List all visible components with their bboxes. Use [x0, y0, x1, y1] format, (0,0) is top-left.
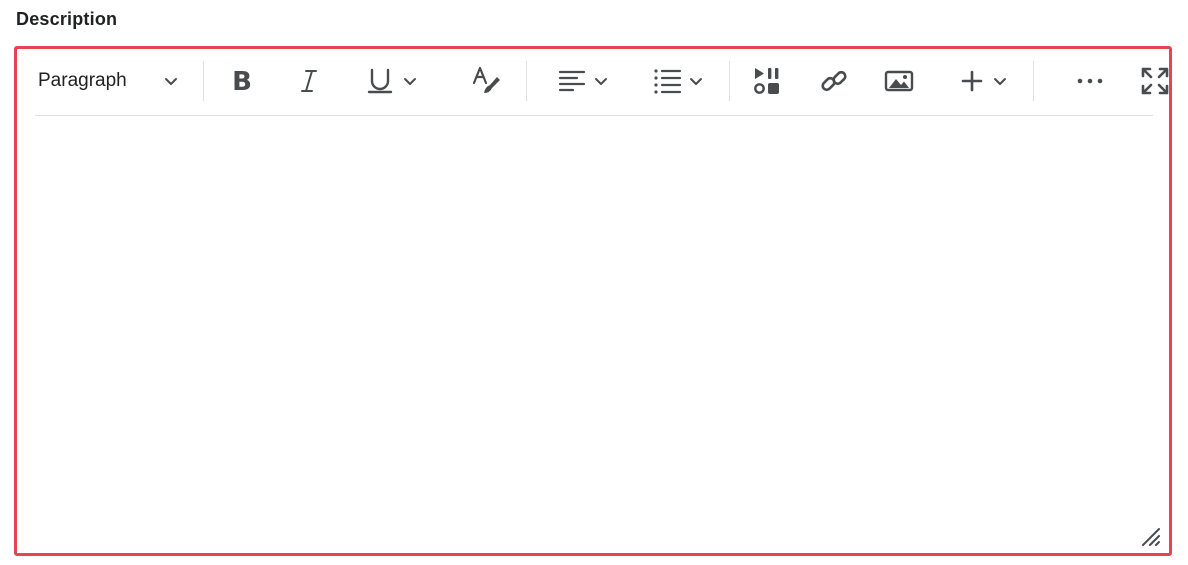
field-label: Description	[16, 9, 118, 29]
bold-button[interactable]: B	[225, 61, 259, 101]
bulleted-list-icon	[652, 66, 682, 96]
align-left-icon	[557, 66, 587, 96]
plus-icon	[960, 69, 984, 93]
italic-icon	[297, 68, 321, 94]
more-button[interactable]	[1071, 61, 1109, 101]
underline-icon	[366, 66, 396, 96]
chevron-down-icon	[163, 73, 179, 94]
list-button[interactable]	[645, 61, 711, 101]
link-icon	[819, 66, 849, 96]
chevron-down-icon	[992, 73, 1008, 89]
chevron-down-icon	[402, 73, 418, 89]
toolbar-divider	[526, 61, 527, 101]
align-button[interactable]	[550, 61, 616, 101]
toolbar-divider	[729, 61, 730, 101]
paragraph-format-value: Paragraph	[38, 70, 127, 91]
text-style-button[interactable]	[467, 61, 505, 101]
chevron-down-icon	[593, 73, 609, 89]
fullscreen-icon	[1140, 66, 1170, 96]
italic-button[interactable]	[292, 61, 326, 101]
editor-content-area[interactable]	[35, 117, 1153, 549]
resize-handle-icon[interactable]	[1139, 525, 1161, 547]
editor-toolbar: Paragraph B	[35, 49, 1169, 116]
insert-media-button[interactable]	[750, 61, 786, 101]
chevron-down-icon	[688, 73, 704, 89]
paragraph-format-select[interactable]: Paragraph	[35, 61, 195, 101]
bold-icon: B	[229, 68, 255, 94]
more-icon	[1075, 76, 1105, 86]
fullscreen-button[interactable]	[1137, 61, 1173, 101]
insert-more-button[interactable]	[953, 61, 1015, 101]
svg-text:B: B	[232, 68, 252, 94]
rich-text-editor[interactable]: Paragraph B	[14, 46, 1172, 556]
image-icon	[884, 66, 914, 96]
insert-image-button[interactable]	[881, 61, 917, 101]
insert-media-icon	[753, 66, 783, 96]
toolbar-divider	[1033, 61, 1034, 101]
toolbar-divider	[203, 61, 204, 101]
insert-link-button[interactable]	[816, 61, 852, 101]
text-style-icon	[470, 65, 502, 97]
underline-button[interactable]	[361, 61, 423, 101]
